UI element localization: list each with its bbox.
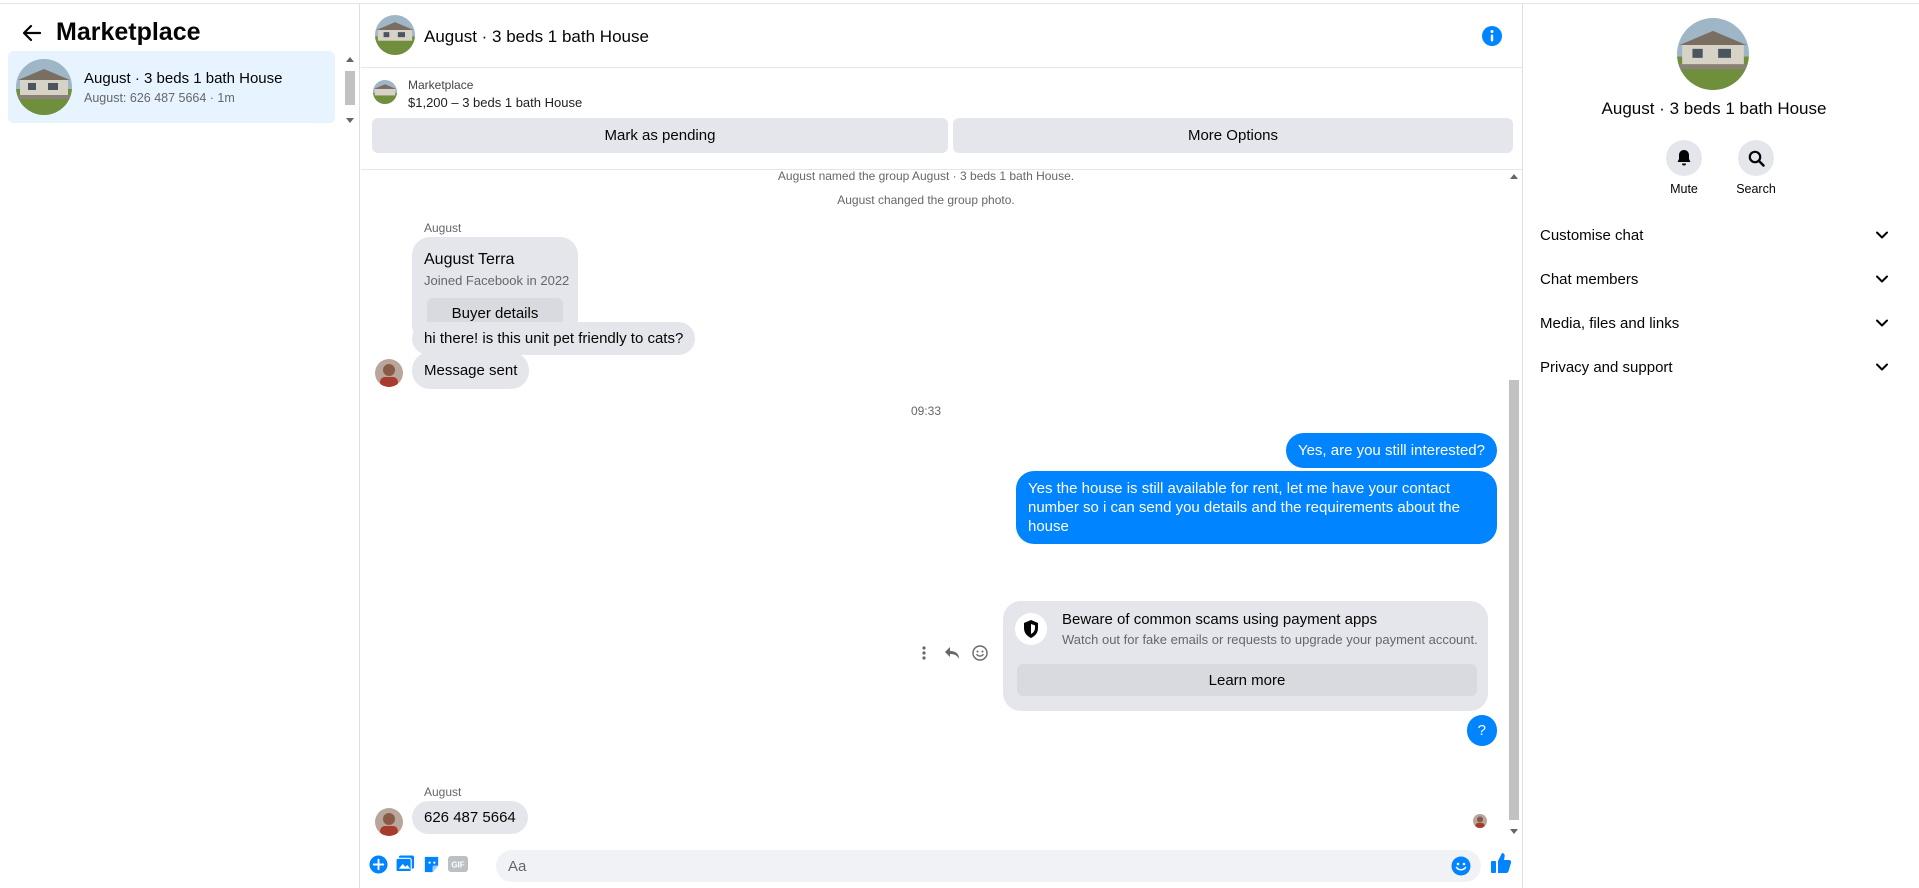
section-label: Media, files and links bbox=[1540, 314, 1680, 332]
search-icon bbox=[1738, 140, 1774, 176]
chevron-down-icon bbox=[1874, 271, 1890, 287]
info-icon[interactable] bbox=[1481, 25, 1503, 47]
listing-source-label: Marketplace bbox=[408, 78, 474, 92]
chevron-down-icon bbox=[1874, 359, 1890, 375]
timestamp: 09:33 bbox=[910, 404, 942, 418]
details-panel: August · 3 beds 1 bath House Mute Search… bbox=[1524, 4, 1919, 888]
group-avatar bbox=[1677, 18, 1749, 90]
outgoing-message[interactable]: Yes, are you still interested? bbox=[1285, 433, 1497, 468]
like-icon[interactable] bbox=[1489, 851, 1513, 875]
sender-name: August bbox=[424, 785, 462, 799]
conversation-preview: August: 626 487 5664 · 1m bbox=[84, 91, 235, 105]
reply-icon[interactable] bbox=[943, 644, 961, 662]
gif-icon[interactable]: GIF bbox=[448, 854, 468, 874]
scroll-thumb[interactable] bbox=[345, 71, 355, 105]
listing-price-title[interactable]: $1,200 – 3 beds 1 bath House bbox=[408, 95, 582, 110]
mark-as-pending-button[interactable]: Mark as pending bbox=[372, 118, 948, 153]
chat-title[interactable]: August · 3 beds 1 bath House bbox=[424, 27, 649, 47]
buyer-joined: Joined Facebook in 2022 bbox=[424, 273, 570, 288]
shield-icon bbox=[1015, 613, 1047, 645]
sender-avatar[interactable] bbox=[375, 808, 403, 836]
system-message: August changed the group photo. bbox=[837, 193, 1015, 207]
section-label: Privacy and support bbox=[1540, 358, 1673, 376]
conversation-title: August · 3 beds 1 bath House bbox=[84, 70, 283, 87]
svg-text:GIF: GIF bbox=[451, 861, 464, 870]
message-input-wrapper bbox=[496, 850, 1481, 882]
outgoing-message[interactable]: ? bbox=[1466, 715, 1497, 746]
section-customise-chat[interactable]: Customise chat bbox=[1540, 217, 1890, 253]
message-input[interactable] bbox=[508, 850, 1438, 882]
back-arrow-icon[interactable] bbox=[20, 21, 44, 45]
plus-icon[interactable] bbox=[368, 854, 388, 874]
scam-warning-card: Beware of common scams using payment app… bbox=[1003, 601, 1488, 711]
section-label: Chat members bbox=[1540, 270, 1639, 288]
scroll-down-arrow-icon[interactable] bbox=[346, 118, 354, 123]
details-title: August · 3 beds 1 bath House bbox=[1601, 99, 1827, 118]
chat-avatar[interactable] bbox=[375, 15, 415, 55]
listing-thumbnail[interactable] bbox=[373, 80, 397, 104]
listing-banner: Marketplace $1,200 – 3 beds 1 bath House… bbox=[361, 68, 1523, 170]
conversation-item[interactable]: August · 3 beds 1 bath House August: 626… bbox=[8, 51, 335, 123]
sticker-icon[interactable] bbox=[421, 854, 441, 874]
scroll-thumb[interactable] bbox=[1509, 380, 1519, 820]
sidebar-scrollbar[interactable] bbox=[344, 51, 356, 123]
emoji-icon[interactable] bbox=[1451, 856, 1471, 876]
sidebar-header: Marketplace bbox=[20, 18, 201, 47]
chat-panel: August · 3 beds 1 bath House Marketplace… bbox=[361, 4, 1523, 888]
system-message: August named the group August · 3 beds 1… bbox=[777, 169, 1075, 183]
more-actions-icon[interactable] bbox=[915, 644, 933, 662]
sender-name: August bbox=[424, 221, 462, 235]
react-icon[interactable] bbox=[971, 644, 989, 662]
section-chat-members[interactable]: Chat members bbox=[1540, 261, 1890, 297]
sidebar-title: Marketplace bbox=[56, 18, 201, 46]
conversation-text: August · 3 beds 1 bath House August: 626… bbox=[84, 69, 282, 105]
chat-scrollbar[interactable] bbox=[1507, 170, 1521, 836]
sender-avatar[interactable] bbox=[375, 359, 403, 387]
incoming-message[interactable]: hi there! is this unit pet friendly to c… bbox=[412, 322, 696, 355]
section-privacy-support[interactable]: Privacy and support bbox=[1540, 349, 1890, 385]
scroll-up-arrow-icon[interactable] bbox=[346, 57, 354, 62]
outgoing-message[interactable]: Yes the house is still available for ren… bbox=[1016, 471, 1497, 544]
buyer-name: August Terra bbox=[424, 251, 515, 268]
mute-button[interactable]: Mute bbox=[1654, 140, 1714, 196]
message-composer: GIF bbox=[361, 838, 1523, 888]
chevron-down-icon bbox=[1874, 315, 1890, 331]
read-receipt-avatar bbox=[1473, 814, 1487, 828]
section-media-files-links[interactable]: Media, files and links bbox=[1540, 305, 1890, 341]
incoming-message[interactable]: Message sent bbox=[412, 352, 530, 389]
bell-icon bbox=[1666, 140, 1702, 176]
scroll-up-arrow-icon[interactable] bbox=[1510, 174, 1518, 179]
incoming-message[interactable]: 626 487 5664 bbox=[412, 801, 528, 834]
message-list: August named the group August · 3 beds 1… bbox=[361, 169, 1523, 836]
scroll-down-arrow-icon[interactable] bbox=[1510, 829, 1518, 834]
scam-warning-subtitle: Watch out for fake emails or requests to… bbox=[1062, 632, 1478, 647]
chevron-down-icon bbox=[1874, 227, 1890, 243]
messenger-app: Marketplace August · 3 beds 1 bath House… bbox=[0, 0, 1919, 888]
mute-label: Mute bbox=[1670, 182, 1698, 196]
conversation-sidebar: Marketplace August · 3 beds 1 bath House… bbox=[0, 4, 360, 888]
house-thumbnail bbox=[16, 59, 72, 115]
learn-more-button[interactable]: Learn more bbox=[1017, 664, 1477, 696]
chat-header: August · 3 beds 1 bath House bbox=[361, 4, 1523, 68]
scam-warning-title: Beware of common scams using payment app… bbox=[1062, 611, 1378, 628]
photo-icon[interactable] bbox=[395, 854, 415, 874]
search-label: Search bbox=[1736, 182, 1776, 196]
more-options-button[interactable]: More Options bbox=[953, 118, 1513, 153]
section-label: Customise chat bbox=[1540, 226, 1644, 244]
search-button[interactable]: Search bbox=[1726, 140, 1786, 196]
message-actions bbox=[915, 644, 989, 662]
